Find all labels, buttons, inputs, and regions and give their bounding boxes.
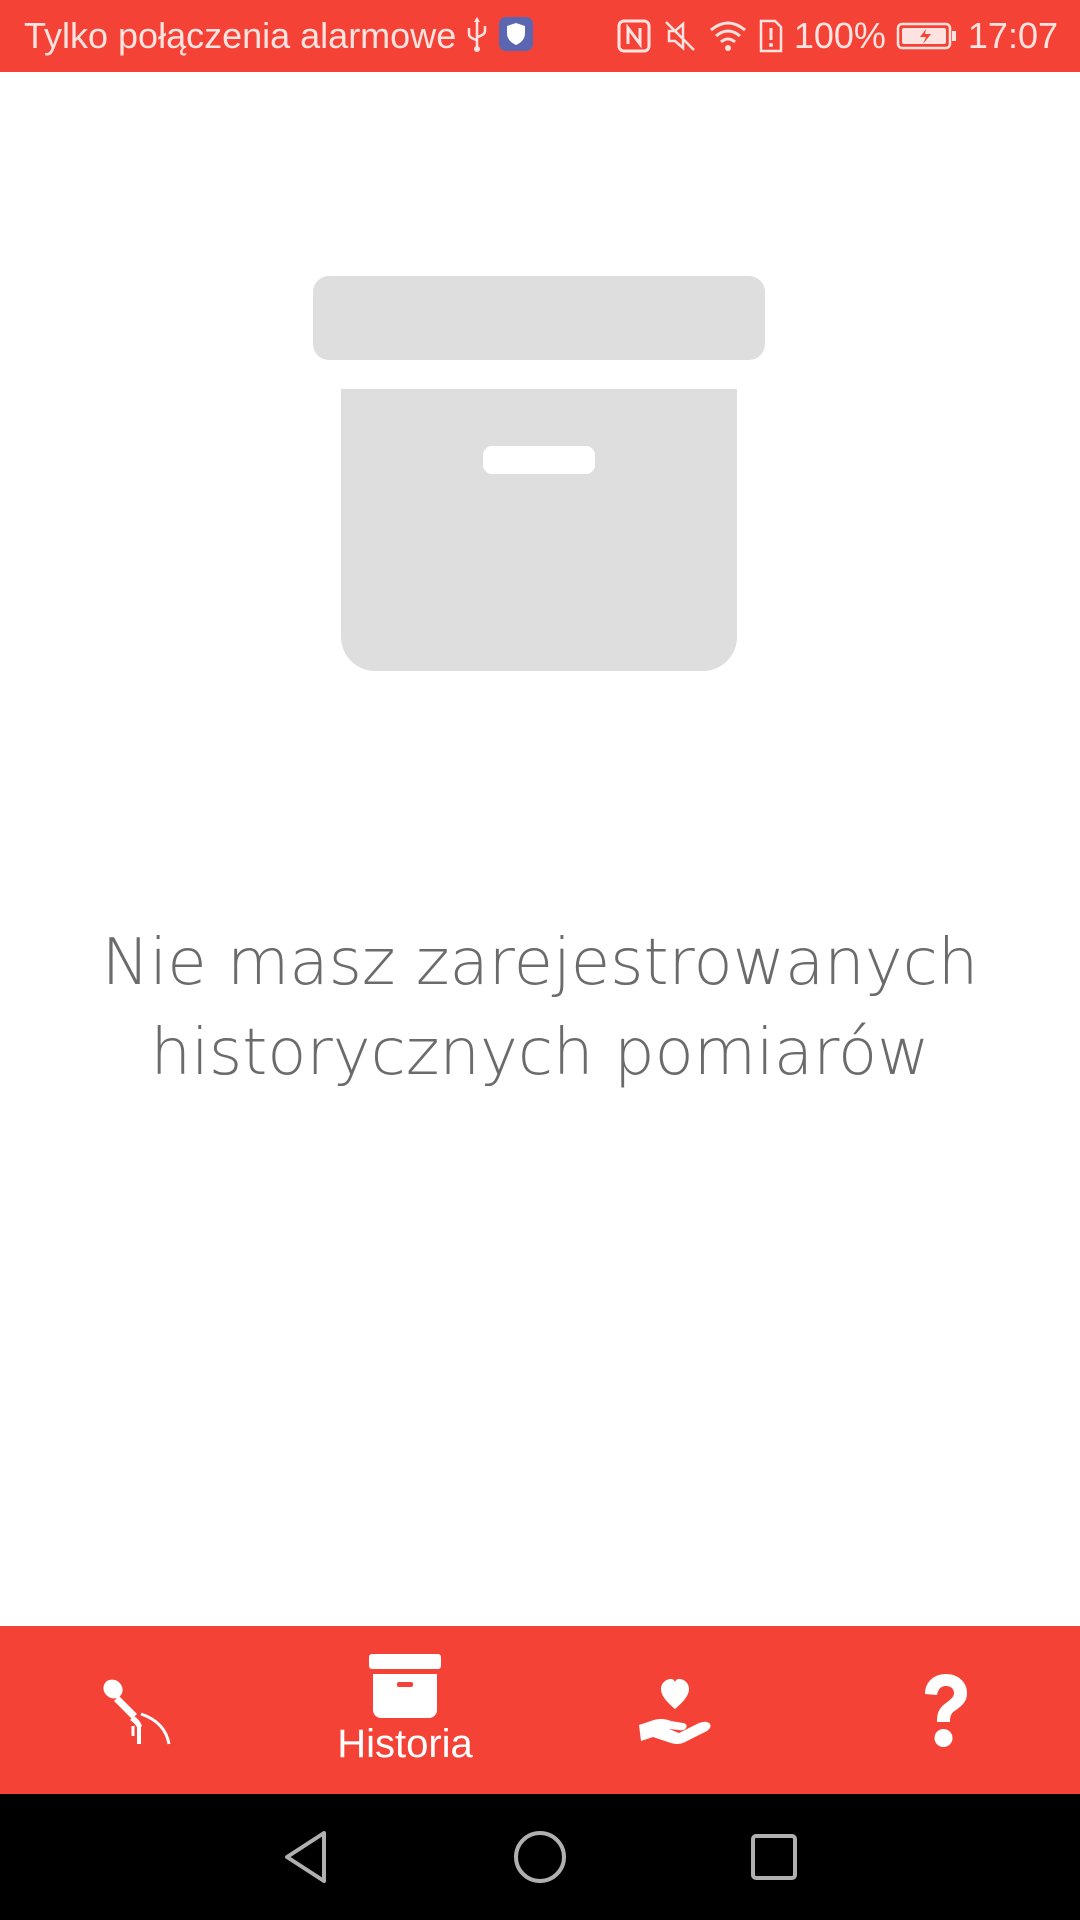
- system-navigation-bar: [0, 1794, 1080, 1920]
- battery-percent: 100%: [793, 15, 886, 56]
- back-button[interactable]: [264, 1815, 348, 1899]
- back-icon: [285, 1831, 326, 1883]
- nav-item-measure[interactable]: [0, 1626, 270, 1794]
- nfc-icon: [616, 18, 652, 54]
- archive-icon: [369, 1653, 441, 1718]
- question-icon: [925, 1674, 967, 1747]
- empty-state-message: Nie masz zarejestrowanych historycznych …: [60, 918, 1020, 1098]
- battery-charging-icon: [896, 21, 958, 51]
- clock: 17:07: [967, 15, 1058, 56]
- bottom-navigation: Historia: [0, 1626, 1080, 1794]
- nav-item-help[interactable]: [810, 1626, 1080, 1794]
- status-bar: Tylko połączenia alarmowe 100% 17:07: [0, 0, 1080, 72]
- nav-item-support[interactable]: [540, 1626, 810, 1794]
- recents-icon: [751, 1834, 797, 1880]
- muted-icon: [662, 18, 698, 54]
- home-button[interactable]: [498, 1815, 582, 1899]
- carrier-text: Tylko połączenia alarmowe: [24, 15, 457, 56]
- shield-icon: [498, 16, 534, 57]
- wifi-icon: [708, 18, 748, 54]
- usb-icon: [466, 16, 488, 57]
- archive-box-icon: [313, 276, 765, 671]
- nav-label-history: Historia: [337, 1721, 473, 1766]
- home-icon: [514, 1831, 566, 1883]
- microphone-icon: [103, 1679, 171, 1745]
- hand-heart-icon: [639, 1679, 711, 1744]
- status-right: 100% 17:07: [616, 15, 1058, 57]
- nav-item-history[interactable]: Historia: [270, 1626, 540, 1794]
- status-left: Tylko połączenia alarmowe: [24, 15, 616, 57]
- empty-message-line1: Nie masz zarejestrowanych: [101, 926, 979, 1000]
- empty-message-line2: historycznych pomiarów: [150, 1016, 930, 1090]
- recents-button[interactable]: [732, 1815, 816, 1899]
- sim-alert-icon: [758, 18, 784, 54]
